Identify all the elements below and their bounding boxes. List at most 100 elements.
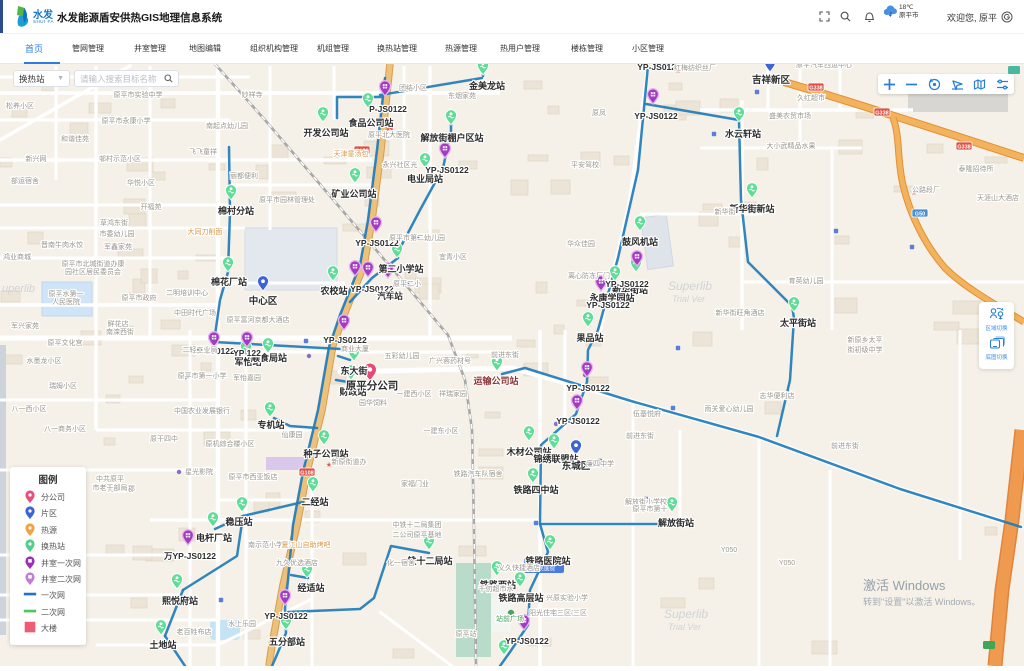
svg-text:土地站: 土地站	[149, 639, 176, 650]
svg-text:专机站: 专机站	[257, 419, 284, 430]
svg-text:八一西小区: 八一西小区	[12, 404, 47, 413]
svg-text:中心区: 中心区	[249, 295, 278, 307]
svg-text:公路段厂: 公路段厂	[912, 185, 940, 194]
svg-text:八一商务小区: 八一商务小区	[44, 424, 86, 433]
svg-text:千仞超市水: 千仞超市水	[479, 584, 514, 593]
svg-text:G338: G338	[809, 85, 822, 91]
svg-text:水云轩站: 水云轩站	[725, 128, 761, 139]
svg-text:原平站: 原平站	[456, 629, 477, 638]
svg-text:G338: G338	[957, 144, 970, 150]
svg-text:P-JS0122: P-JS0122	[369, 104, 407, 114]
svg-text:军兴家苑: 军兴家苑	[11, 321, 39, 330]
svg-text:YP-JS0122: YP-JS0122	[586, 300, 630, 310]
svg-text:G338: G338	[875, 110, 888, 116]
svg-text:原平汽车西运中心: 原平汽车西运中心	[796, 64, 852, 69]
svg-text:原平二小: 原平二小	[393, 279, 421, 288]
svg-text:YP-JS0122: YP-JS0122	[323, 335, 367, 345]
svg-text:鼓风机站: 鼓风机站	[622, 236, 658, 247]
svg-text:街初级中学: 街初级中学	[848, 345, 883, 354]
svg-text:二公司原平基地: 二公司原平基地	[393, 530, 442, 539]
svg-text:九久优选酒店: 九久优选酒店	[276, 558, 318, 567]
svg-text:离心防冻厂门: 离心防冻厂门	[568, 271, 610, 280]
svg-text:开福苑: 开福苑	[141, 202, 162, 211]
svg-text:YP-JS0122: YP-JS0122	[605, 279, 649, 289]
svg-text:祥瑞家园: 祥瑞家园	[439, 389, 467, 398]
svg-text:铁路四中站: 铁路四中站	[513, 484, 558, 495]
svg-text:原凤: 原凤	[592, 109, 606, 117]
svg-text:广兴蓉药材号: 广兴蓉药材号	[429, 356, 471, 365]
svg-text:二明培训中心: 二明培训中心	[166, 288, 208, 297]
svg-text:东烟家苑: 东烟家苑	[448, 91, 476, 100]
svg-text:农校站: 农校站	[319, 285, 347, 296]
svg-text:泰隆招待所: 泰隆招待所	[959, 164, 994, 173]
svg-text:二轻工业局: 二轻工业局	[183, 345, 218, 354]
svg-text:东大街: 东大街	[340, 365, 367, 376]
svg-text:开发公司站: 开发公司站	[303, 127, 348, 138]
svg-text:军鑫家苑: 军鑫家苑	[104, 242, 132, 251]
svg-text:金美龙站: 金美龙站	[468, 80, 505, 91]
svg-text:uperlib: uperlib	[2, 283, 35, 295]
svg-text:新华街新站: 新华街新站	[729, 203, 774, 214]
svg-text:铁路高层站: 铁路高层站	[498, 592, 543, 603]
svg-text:鸿业商城: 鸿业商城	[3, 252, 31, 261]
svg-text:老百姓布店: 老百姓布店	[177, 627, 212, 636]
svg-text:电杆厂站: 电杆厂站	[196, 532, 232, 543]
svg-text:商业大厦: 商业大厦	[341, 344, 369, 353]
svg-text:原平北大医院: 原平北大医院	[368, 130, 410, 139]
svg-text:棉花厂站: 棉花厂站	[211, 276, 247, 287]
svg-text:Trial Ver: Trial Ver	[672, 294, 706, 304]
svg-text:原平市园林管理处: 原平市园林管理处	[259, 195, 315, 204]
svg-text:Y050: Y050	[779, 560, 795, 567]
svg-text:南起点幼儿园: 南起点幼儿园	[206, 121, 248, 130]
svg-text:中国农业发展银行: 中国农业发展银行	[174, 406, 230, 415]
svg-text:晋南牛肉水饺: 晋南牛肉水饺	[41, 240, 83, 249]
svg-text:水上乐园: 水上乐园	[228, 619, 256, 628]
svg-text:中铁十二局集团: 中铁十二局集团	[393, 520, 442, 529]
svg-text:一建西小区: 一建西小区	[397, 389, 432, 398]
svg-text:一建东小区: 一建东小区	[424, 426, 459, 435]
svg-text:部运宿舍: 部运宿舍	[11, 176, 39, 185]
svg-text:永兴社区光: 永兴社区光	[383, 160, 418, 169]
svg-text:五分部站: 五分部站	[269, 636, 305, 647]
svg-text:果品站: 果品站	[575, 332, 603, 343]
svg-text:Superlib: Superlib	[664, 607, 708, 621]
svg-text:兴原实验小学: 兴原实验小学	[546, 593, 588, 602]
svg-text:食品公司站: 食品公司站	[347, 117, 393, 128]
svg-text:久红超市: 久红超市	[797, 93, 825, 102]
svg-text:棉村分站: 棉村分站	[218, 205, 254, 216]
svg-text:水墨龙小区: 水墨龙小区	[27, 356, 62, 365]
svg-text:邨村示范小区: 邨村示范小区	[99, 154, 141, 163]
svg-text:华众佳园: 华众佳园	[567, 239, 595, 248]
svg-text:原机综合楼小区: 原机综合楼小区	[206, 439, 255, 448]
svg-text:原平市第一小学: 原平市第一小学	[178, 371, 227, 380]
svg-text:育英幼儿园: 育英幼儿园	[789, 276, 824, 285]
svg-text:YP 122: YP 122	[233, 348, 261, 358]
svg-text:人民医院: 人民医院	[52, 297, 80, 306]
svg-text:种子公司站: 种子公司站	[302, 448, 348, 459]
svg-text:雨关爱心幼儿园: 雨关爱心幼儿园	[705, 404, 754, 413]
svg-text:转到"设置"以激活 Windows。: 转到"设置"以激活 Windows。	[863, 596, 980, 607]
svg-text:YP-JS0122: YP-JS0122	[425, 165, 469, 175]
svg-text:新原街道办: 新原街道办	[332, 457, 367, 466]
svg-text:稳压站: 稳压站	[225, 516, 252, 527]
svg-text:华悦小区: 华悦小区	[127, 178, 155, 187]
svg-text:园社区居民委员会: 园社区居民委员会	[65, 267, 121, 276]
svg-text:大同刀削面: 大同刀削面	[188, 227, 223, 236]
svg-text:第二小学站: 第二小学站	[378, 263, 423, 274]
svg-text:G108: G108	[300, 470, 313, 476]
svg-text:原平市北城街道办康: 原平市北城街道办康	[62, 259, 125, 268]
svg-text:盛美农贸市场: 盛美农贸市场	[769, 111, 811, 120]
svg-text:市委幼儿园: 市委幼儿园	[100, 229, 135, 238]
svg-text:园华饲料: 园华饲料	[359, 398, 387, 407]
svg-text:军怡嘉园: 军怡嘉园	[233, 373, 261, 382]
svg-text:廉四中学: 廉四中学	[586, 459, 614, 468]
svg-text:夏江山自助烤吧: 夏江山自助烤吧	[282, 540, 331, 549]
svg-text:吉祥新区: 吉祥新区	[752, 74, 791, 86]
svg-text:前进东街: 前进东街	[831, 441, 859, 450]
svg-text:原平市第二幼儿园: 原平市第二幼儿园	[389, 233, 445, 242]
svg-text:G50: G50	[915, 211, 925, 217]
svg-text:YP-JS0122: YP-JS0122	[264, 611, 308, 621]
svg-text:平安驾校: 平安驾校	[571, 160, 599, 169]
svg-text:原平富河京都大酒店: 原平富河京都大酒店	[227, 315, 290, 324]
svg-text:经适站: 经适站	[297, 582, 324, 593]
